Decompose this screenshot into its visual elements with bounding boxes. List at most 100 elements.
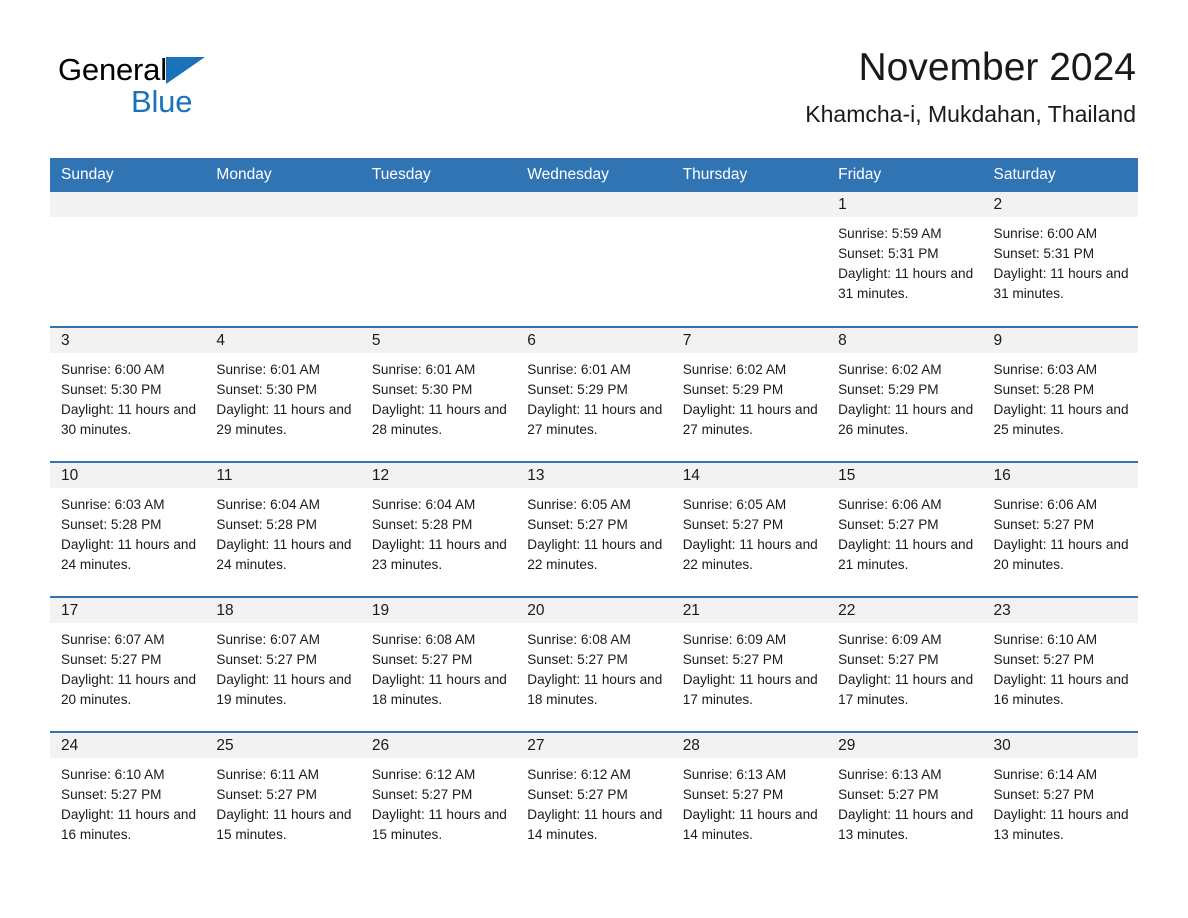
- day-number: 2: [982, 192, 1138, 217]
- calendar-day-cell[interactable]: 17 Sunrise: 6:07 AM Sunset: 5:27 PM Dayligh…: [50, 596, 206, 732]
- calendar-day-cell[interactable]: 21 Sunrise: 6:09 AM Sunset: 5:27 PM Dayligh…: [671, 596, 828, 732]
- day-number: 28: [671, 733, 828, 758]
- day-number: [516, 192, 672, 217]
- sunrise-text: Sunrise: 6:07 AM: [61, 632, 165, 647]
- calendar-day-cell[interactable]: 7 Sunrise: 6:02 AM Sunset: 5:29 PM Daylight…: [671, 326, 828, 462]
- day-number: 30: [982, 733, 1138, 758]
- daylight-text: Daylight: 11 hours and 16 minutes.: [61, 807, 197, 843]
- calendar-day-cell[interactable]: 11 Sunrise: 6:04 AM Sunset: 5:28 PM Dayligh…: [205, 461, 361, 597]
- sunset-text: Sunset: 5:27 PM: [371, 652, 473, 668]
- sunset-text: Sunset: 5:27 PM: [838, 787, 939, 803]
- calendar-day-cell[interactable]: 1 Sunrise: 5:59 AM Sunset: 5:31 PM Daylight…: [827, 192, 983, 327]
- sunset-text: Sunset: 5:29 PM: [527, 382, 628, 398]
- calendar-day-cell[interactable]: 4 Sunrise: 6:01 AM Sunset: 5:30 PM Daylight…: [205, 326, 361, 462]
- day-number: 16: [982, 463, 1138, 488]
- daylight-text: Daylight: 11 hours and 22 minutes.: [527, 537, 663, 573]
- daylight-text: Daylight: 11 hours and 29 minutes.: [216, 402, 352, 438]
- calendar-day-cell[interactable]: 19 Sunrise: 6:08 AM Sunset: 5:27 PM Dayligh…: [360, 596, 517, 732]
- calendar-day-cell[interactable]: 25 Sunrise: 6:11 AM Sunset: 5:27 PM Dayligh…: [205, 731, 361, 867]
- calendar-day-cell[interactable]: 20 Sunrise: 6:08 AM Sunset: 5:27 PM Dayligh…: [516, 596, 672, 732]
- location-subtitle: Khamcha-i, Mukdahan, Thailand: [805, 101, 1136, 127]
- day-number: 7: [671, 328, 828, 353]
- sunset-text: Sunset: 5:27 PM: [838, 652, 939, 668]
- sunset-text: Sunset: 5:27 PM: [682, 787, 784, 803]
- sunset-text: Sunset: 5:31 PM: [993, 246, 1095, 262]
- generalblue-logo[interactable]: General Blue: [58, 52, 288, 120]
- day-number: 9: [982, 328, 1138, 353]
- day-number: [205, 192, 361, 217]
- calendar-day-cell[interactable]: 22 Sunrise: 6:09 AM Sunset: 5:27 PM Dayligh…: [827, 596, 983, 732]
- calendar-day-cell[interactable]: 2 Sunrise: 6:00 AM Sunset: 5:31 PM Daylight…: [982, 192, 1138, 327]
- sunset-text: Sunset: 5:27 PM: [527, 652, 628, 668]
- day-number: [671, 192, 828, 217]
- calendar-day-cell[interactable]: 14 Sunrise: 6:05 AM Sunset: 5:27 PM Dayligh…: [671, 461, 828, 597]
- daylight-text: Daylight: 11 hours and 14 minutes.: [682, 807, 818, 843]
- day-number: 12: [360, 463, 517, 488]
- daylight-text: Daylight: 11 hours and 26 minutes.: [838, 402, 974, 438]
- daylight-text: Daylight: 11 hours and 30 minutes.: [61, 402, 197, 438]
- calendar-day-cell[interactable]: 8 Sunrise: 6:02 AM Sunset: 5:29 PM Daylight…: [827, 326, 983, 462]
- day-number: 24: [50, 733, 206, 758]
- day-details: Sunrise: 6:11 AM Sunset: 5:27 PM Daylight:…: [205, 758, 360, 845]
- calendar-day-cell[interactable]: 29 Sunrise: 6:13 AM Sunset: 5:27 PM Dayligh…: [827, 731, 983, 867]
- calendar-day-cell[interactable]: 15 Sunrise: 6:06 AM Sunset: 5:27 PM Dayligh…: [827, 461, 983, 597]
- calendar-day-cell[interactable]: 5 Sunrise: 6:01 AM Sunset: 5:30 PM Daylight…: [360, 326, 517, 462]
- day-number: 1: [827, 192, 983, 217]
- sunrise-text: Sunrise: 6:02 AM: [838, 362, 942, 377]
- sunrise-text: Sunrise: 6:03 AM: [993, 362, 1098, 377]
- calendar-day-cell[interactable]: 30 Sunrise: 6:14 AM Sunset: 5:27 PM Dayligh…: [982, 731, 1138, 867]
- sunset-text: Sunset: 5:27 PM: [993, 517, 1095, 533]
- calendar-day-cell[interactable]: 23 Sunrise: 6:10 AM Sunset: 5:27 PM Dayligh…: [982, 596, 1138, 732]
- weekday-header-sunday: Sunday: [50, 158, 206, 192]
- day-details: Sunrise: 6:01 AM Sunset: 5:30 PM Daylight:…: [361, 353, 516, 440]
- daylight-text: Daylight: 11 hours and 31 minutes.: [993, 266, 1129, 302]
- sunset-text: Sunset: 5:31 PM: [838, 246, 939, 262]
- weekday-header-tuesday: Tuesday: [360, 158, 517, 192]
- sunset-text: Sunset: 5:27 PM: [61, 787, 162, 803]
- sunset-text: Sunset: 5:30 PM: [61, 382, 162, 398]
- sunrise-text: Sunrise: 6:03 AM: [61, 497, 165, 512]
- calendar-day-cell[interactable]: 27 Sunrise: 6:12 AM Sunset: 5:27 PM Dayligh…: [516, 731, 672, 867]
- day-details: Sunrise: 6:10 AM Sunset: 5:27 PM Daylight:…: [983, 623, 1138, 710]
- sunset-text: Sunset: 5:28 PM: [993, 382, 1095, 398]
- sunrise-text: Sunrise: 6:06 AM: [838, 497, 942, 512]
- calendar-day-cell[interactable]: 10 Sunrise: 6:03 AM Sunset: 5:28 PM Dayligh…: [50, 461, 206, 597]
- calendar-day-cell[interactable]: 6 Sunrise: 6:01 AM Sunset: 5:29 PM Daylight…: [516, 326, 672, 462]
- calendar-day-cell[interactable]: 13 Sunrise: 6:05 AM Sunset: 5:27 PM Dayligh…: [516, 461, 672, 597]
- day-details: Sunrise: 6:03 AM Sunset: 5:28 PM Daylight:…: [983, 353, 1138, 440]
- daylight-text: Daylight: 11 hours and 22 minutes.: [682, 537, 818, 573]
- calendar-day-cell[interactable]: 24 Sunrise: 6:10 AM Sunset: 5:27 PM Dayligh…: [50, 731, 206, 867]
- sunrise-text: Sunrise: 6:12 AM: [527, 767, 631, 782]
- daylight-text: Daylight: 11 hours and 20 minutes.: [61, 672, 197, 708]
- day-number: 29: [827, 733, 983, 758]
- sunset-text: Sunset: 5:27 PM: [527, 787, 628, 803]
- calendar-day-cell-empty: [50, 192, 206, 327]
- calendar-week-row: 1 Sunrise: 5:59 AM Sunset: 5:31 PM Daylight…: [50, 192, 1138, 327]
- daylight-text: Daylight: 11 hours and 16 minutes.: [993, 672, 1129, 708]
- calendar-day-cell[interactable]: 28 Sunrise: 6:13 AM Sunset: 5:27 PM Dayligh…: [671, 731, 828, 867]
- sunrise-text: Sunrise: 6:08 AM: [527, 632, 631, 647]
- sunrise-text: Sunrise: 6:08 AM: [371, 632, 476, 647]
- calendar-day-cell[interactable]: 9 Sunrise: 6:03 AM Sunset: 5:28 PM Daylight…: [982, 326, 1138, 462]
- calendar-day-cell[interactable]: 18 Sunrise: 6:07 AM Sunset: 5:27 PM Dayligh…: [205, 596, 361, 732]
- day-details: Sunrise: 6:12 AM Sunset: 5:27 PM Daylight:…: [361, 758, 516, 845]
- daylight-text: Daylight: 11 hours and 15 minutes.: [371, 807, 507, 843]
- weekday-header-saturday: Saturday: [982, 158, 1138, 192]
- daylight-text: Daylight: 11 hours and 28 minutes.: [371, 402, 507, 438]
- daylight-text: Daylight: 11 hours and 24 minutes.: [61, 537, 197, 573]
- calendar-week-row: 24 Sunrise: 6:10 AM Sunset: 5:27 PM Dayligh…: [50, 731, 1138, 867]
- calendar-day-cell[interactable]: 16 Sunrise: 6:06 AM Sunset: 5:27 PM Dayligh…: [982, 461, 1138, 597]
- sunrise-text: Sunrise: 6:00 AM: [993, 226, 1098, 241]
- day-number: 21: [671, 598, 828, 623]
- day-number: 4: [205, 328, 361, 353]
- calendar-day-cell[interactable]: 26 Sunrise: 6:12 AM Sunset: 5:27 PM Dayligh…: [360, 731, 517, 867]
- calendar-day-cell[interactable]: 12 Sunrise: 6:04 AM Sunset: 5:28 PM Dayligh…: [360, 461, 517, 597]
- day-details: Sunrise: 6:01 AM Sunset: 5:29 PM Daylight:…: [516, 353, 671, 440]
- sunrise-text: Sunrise: 6:10 AM: [61, 767, 165, 782]
- day-number: 8: [827, 328, 983, 353]
- day-number: [360, 192, 517, 217]
- calendar-table: Sunday Monday Tuesday Wednesday Thursday…: [50, 158, 1138, 867]
- logo-word-general: General: [58, 52, 167, 87]
- day-number: [50, 192, 206, 217]
- calendar-day-cell[interactable]: 3 Sunrise: 6:00 AM Sunset: 5:30 PM Daylight…: [50, 326, 206, 462]
